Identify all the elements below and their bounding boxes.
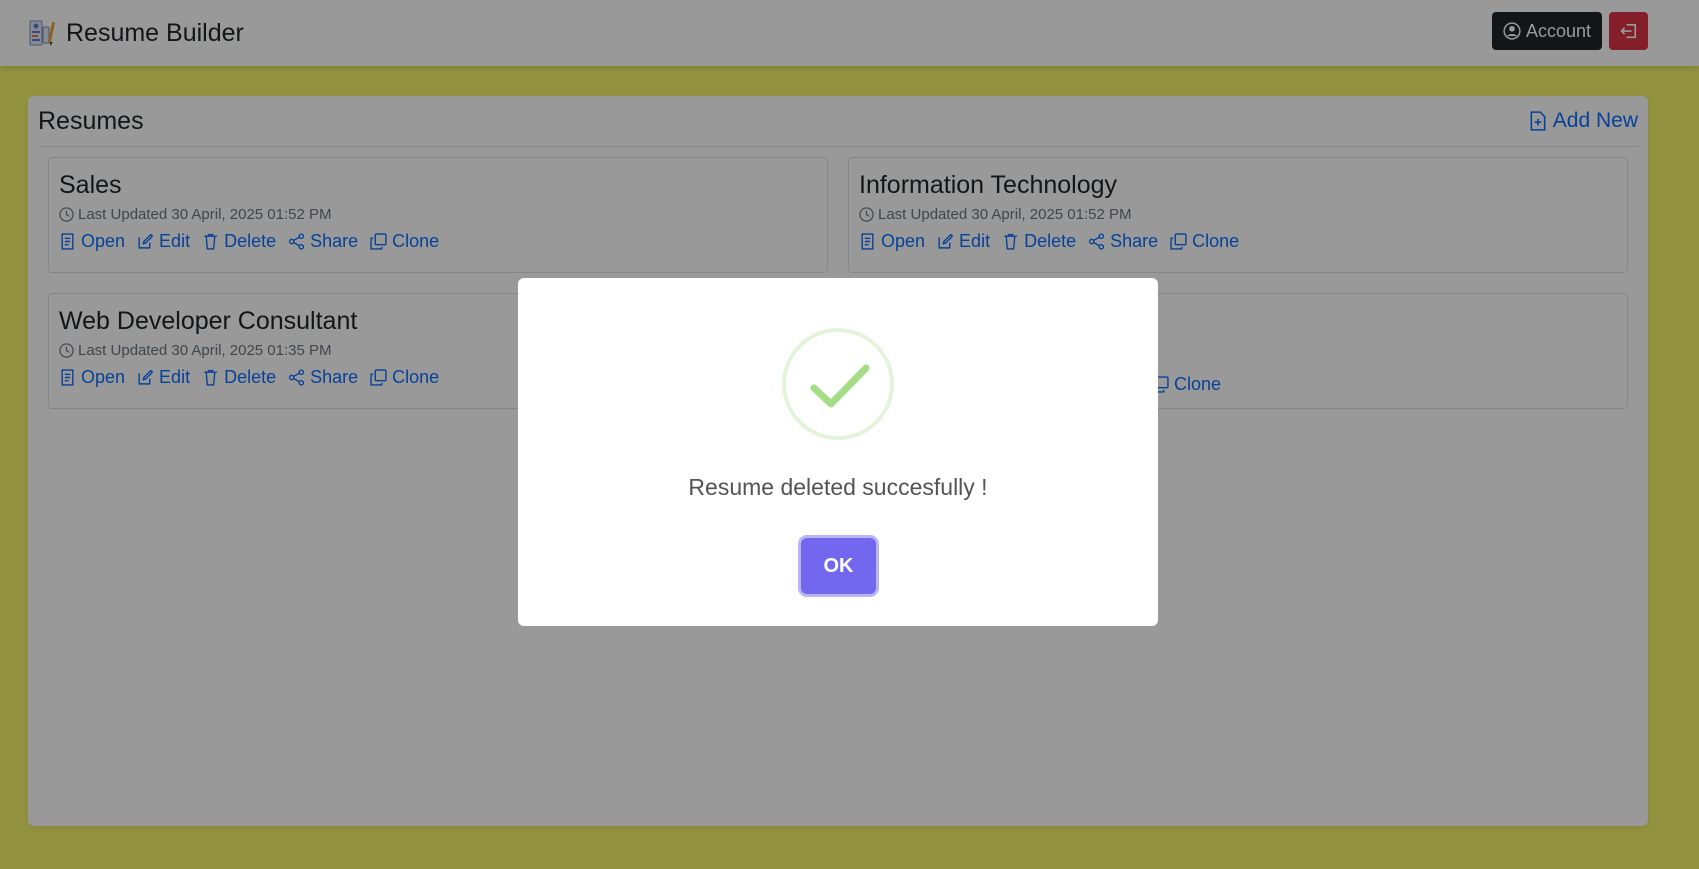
success-dialog: Resume deleted succesfully ! OK xyxy=(518,278,1158,626)
dialog-message: Resume deleted succesfully ! xyxy=(688,474,988,500)
success-check-icon xyxy=(782,328,894,440)
ok-button[interactable]: OK xyxy=(801,538,876,594)
